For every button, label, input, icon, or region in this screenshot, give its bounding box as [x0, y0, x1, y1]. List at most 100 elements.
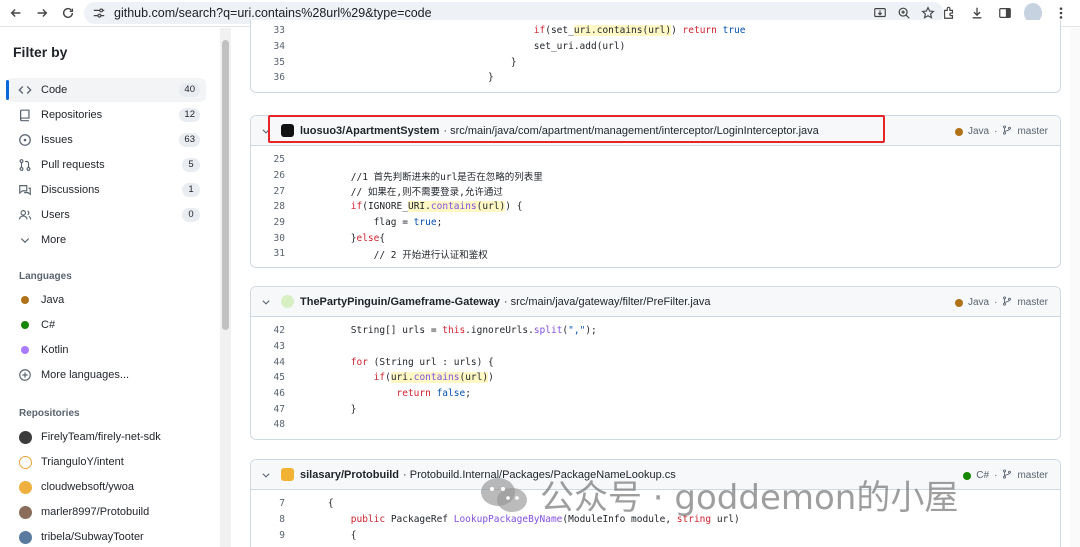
- sidebar-scroll-thumb[interactable]: [222, 40, 229, 330]
- site-info-icon[interactable]: [92, 6, 106, 20]
- filter-pull-requests[interactable]: Pull requests 5: [6, 153, 206, 177]
- separator: ·: [994, 297, 998, 308]
- language-label: Java: [41, 294, 65, 306]
- url-text: github.com/search?q=uri.contains%28url%2…: [114, 6, 432, 20]
- code-line: 30 }else{: [273, 232, 386, 244]
- language-kotlin[interactable]: Kotlin: [6, 338, 206, 362]
- filter-users[interactable]: Users 0: [6, 203, 206, 227]
- branch-icon: [1002, 125, 1012, 138]
- more-languages[interactable]: More languages...: [6, 363, 206, 387]
- users-icon: [17, 207, 33, 223]
- issue-icon: [17, 132, 33, 148]
- collapse-chevron-icon[interactable]: [261, 297, 275, 307]
- filter-code-count: 40: [179, 83, 200, 97]
- collapse-chevron-icon[interactable]: [261, 470, 275, 480]
- code-line: 42 String[] urls = this.ignoreUrls.split…: [273, 325, 597, 337]
- result-meta: Java · master: [954, 125, 1048, 138]
- code-line: 31 // 2 开始进行认证和鉴权: [273, 248, 488, 261]
- code-line: 29 flag = true;: [273, 217, 443, 229]
- repo-filter-item[interactable]: FirelyTeam/firely-net-sdk: [6, 425, 206, 449]
- repo-avatar: [18, 505, 32, 519]
- filter-pull-requests-label: Pull requests: [41, 159, 105, 171]
- code-icon: [17, 82, 33, 98]
- language-label: C#: [41, 319, 56, 331]
- repo-filter-item[interactable]: cloudwebsoft/ywoa: [6, 475, 206, 499]
- repo-avatar: [18, 480, 32, 494]
- filter-repositories-count: 12: [179, 108, 200, 122]
- code-line: 46 return false;: [273, 388, 471, 400]
- separator: ·: [994, 126, 998, 137]
- repo-filter-label: TrianguloY/intent: [41, 456, 124, 468]
- repo-avatar: [281, 468, 294, 481]
- forward-icon[interactable]: [29, 0, 55, 26]
- code-line: 44 for (String url : urls) {: [273, 356, 494, 368]
- code-line: 34 set_uri.add(url): [273, 41, 626, 53]
- sidebar-scrollbar[interactable]: [220, 28, 231, 547]
- file-path-link[interactable]: · src/main/java/gateway/filter/PreFilter…: [504, 296, 711, 308]
- wechat-logo-icon: [481, 477, 527, 512]
- plus-circle-icon: [17, 367, 33, 383]
- filter-discussions[interactable]: Discussions 1: [6, 178, 206, 202]
- repo-avatar: [18, 455, 32, 469]
- repo-icon: [17, 107, 33, 123]
- filter-code-label: Code: [41, 84, 68, 96]
- filter-issues-count: 63: [179, 133, 200, 147]
- repo-link[interactable]: ThePartyPinguin/Gameframe-Gateway: [300, 296, 500, 308]
- language-color-dot: [954, 298, 963, 307]
- repositories-heading: Repositories: [19, 408, 80, 419]
- repo-filter-item[interactable]: TrianguloY/intent: [6, 450, 206, 474]
- page-scrollbar[interactable]: [1070, 28, 1080, 547]
- code-line: 33 if(set_uri.contains(url)) return true: [273, 25, 746, 37]
- language-color-dot: [21, 346, 29, 354]
- result-meta: C# · master: [963, 469, 1048, 482]
- result-meta: Java · master: [954, 296, 1048, 309]
- zoom-icon[interactable]: [896, 5, 912, 21]
- separator: ·: [994, 470, 998, 481]
- filter-discussions-label: Discussions: [41, 184, 100, 196]
- languages-heading: Languages: [19, 271, 72, 282]
- code-snippet: 42 String[] urls = this.ignoreUrls.split…: [251, 317, 1060, 433]
- repo-filter-label: tribela/SubwayTooter: [41, 531, 144, 543]
- filter-issues[interactable]: Issues 63: [6, 128, 206, 152]
- branch-icon: [1002, 296, 1012, 309]
- repo-avatar: [281, 295, 294, 308]
- reload-icon[interactable]: [55, 0, 81, 26]
- filter-repositories-label: Repositories: [41, 109, 103, 121]
- code-line: 47 }: [273, 403, 357, 415]
- install-app-icon[interactable]: [872, 5, 888, 21]
- repo-filter-item[interactable]: marler8997/Protobuild: [6, 500, 206, 524]
- language-java[interactable]: Java: [6, 288, 206, 312]
- chevron-down-icon: [17, 232, 33, 248]
- highlight-annotation-box: [268, 115, 885, 143]
- bookmark-star-icon[interactable]: [920, 5, 936, 21]
- filter-discussions-count: 1: [182, 183, 200, 197]
- filter-pull-requests-count: 5: [182, 158, 200, 172]
- watermark-text: 公众号 · goddemon的小屋: [540, 478, 959, 518]
- code-line: 25: [273, 154, 285, 166]
- filter-users-count: 0: [182, 208, 200, 222]
- branch-icon: [1002, 469, 1012, 482]
- filter-repositories[interactable]: Repositories 12: [6, 103, 206, 127]
- result-language: Java: [967, 126, 990, 137]
- filter-more-label: More: [41, 234, 67, 246]
- result-branch[interactable]: master: [1017, 297, 1048, 308]
- back-icon[interactable]: [3, 0, 29, 26]
- repo-filter-item[interactable]: tribela/SubwayTooter: [6, 525, 206, 547]
- filter-title: Filter by: [13, 44, 68, 60]
- code-line: 48: [273, 419, 285, 431]
- language-label: Kotlin: [41, 344, 69, 356]
- language-csharp[interactable]: C#: [6, 313, 206, 337]
- code-line: 43: [273, 341, 285, 353]
- result-branch[interactable]: master: [1017, 470, 1048, 481]
- result-card-partial: 33 if(set_uri.contains(url)) return true…: [250, 20, 1061, 93]
- filter-code[interactable]: Code 40: [6, 78, 206, 102]
- repo-avatar: [18, 430, 32, 444]
- code-line: 9 {: [279, 529, 357, 541]
- repo-avatar: [18, 530, 32, 544]
- filter-more[interactable]: More: [6, 228, 206, 252]
- code-line: 28 if(IGNORE_URI.contains(url)) {: [273, 201, 523, 213]
- repo-link[interactable]: silasary/Protobuild: [300, 469, 399, 481]
- result-branch[interactable]: master: [1017, 126, 1048, 137]
- code-line: 45 if(uri.contains(url)): [273, 372, 494, 384]
- filter-users-label: Users: [41, 209, 70, 221]
